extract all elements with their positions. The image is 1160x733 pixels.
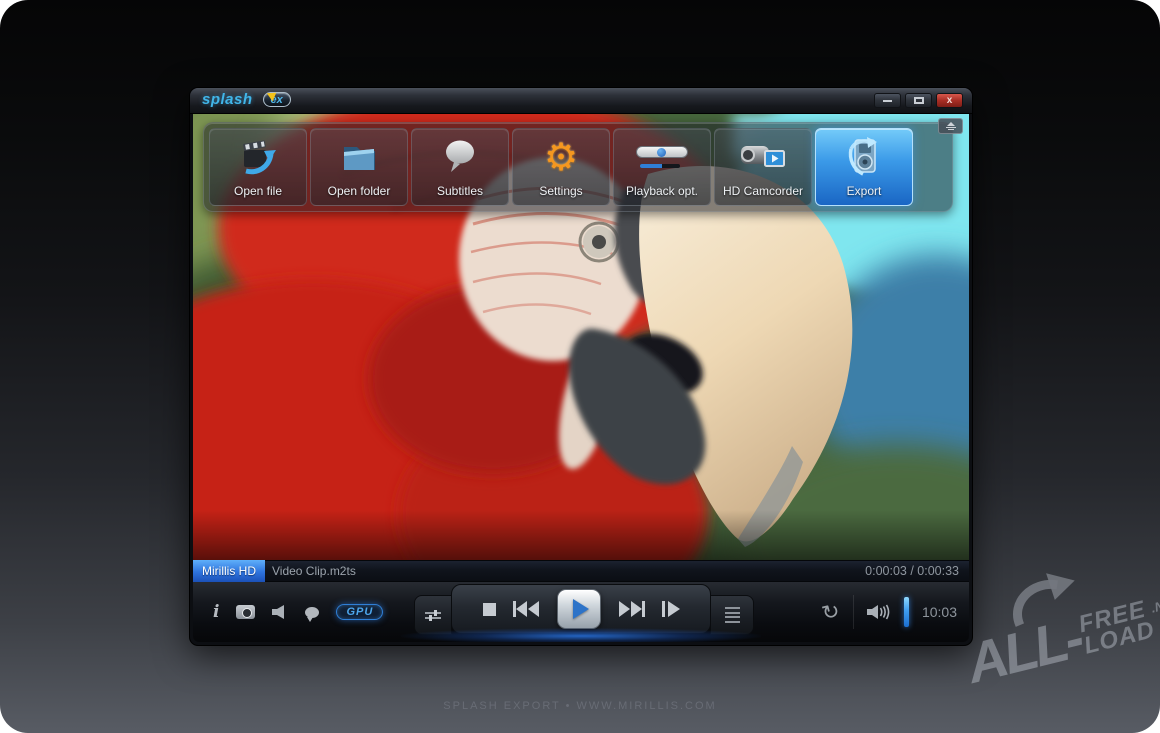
watermark-text-free: FREE <box>1077 598 1152 637</box>
main-toolbar: Open file Open folder <box>203 122 953 212</box>
repeat-refresh-button[interactable]: ↻ <box>820 598 843 626</box>
watermark-arrow-icon <box>1003 563 1093 633</box>
media-info-button[interactable]: i <box>213 602 219 622</box>
footer-caption: SPLASH EXPORT • WWW.MIRILLIS.COM <box>0 700 1160 712</box>
minimize-button[interactable] <box>874 93 901 108</box>
gear-icon: ⚙ <box>513 129 609 184</box>
equalizer-sliders-icon <box>425 612 441 619</box>
watermark-text-all: ALL- <box>962 614 1086 689</box>
media-player-export-icon <box>816 129 912 184</box>
file-name: Video Clip.m2ts <box>272 564 356 578</box>
toolbar-button-label: Open folder <box>328 184 391 198</box>
clock-display: 10:03 <box>922 604 957 620</box>
minimize-icon <box>883 100 892 102</box>
maximize-button[interactable] <box>905 93 932 108</box>
subtitle-bubble-button[interactable] <box>305 607 319 618</box>
toolbar-button-label: Subtitles <box>437 184 483 198</box>
toolbar-button-label: HD Camcorder <box>723 184 803 198</box>
open-folder-button[interactable]: Open folder <box>310 128 408 206</box>
speech-bubble-icon <box>412 129 508 184</box>
toolbar-collapse-button[interactable] <box>938 118 963 134</box>
time-position: 0:00:03 / 0:00:33 <box>865 564 969 578</box>
settings-button[interactable]: ⚙ Settings <box>512 128 610 206</box>
watermark-text-load: LOAD <box>1082 619 1157 658</box>
close-button[interactable]: x <box>936 93 963 108</box>
page-background: splash ex x <box>0 0 1160 733</box>
snapshot-camera-button[interactable] <box>236 605 255 619</box>
open-file-button[interactable]: Open file <box>209 128 307 206</box>
next-button[interactable] <box>618 601 645 617</box>
playback-options-button[interactable]: Playback opt. <box>613 128 711 206</box>
volume-level-bar[interactable] <box>904 597 909 627</box>
play-button[interactable] <box>557 589 601 629</box>
export-button[interactable]: Export <box>815 128 913 206</box>
slider-icon <box>614 129 710 184</box>
control-bar: i GPU <box>193 582 969 642</box>
logo-brand-text: splash <box>202 91 253 108</box>
toolbar-button-label: Playback opt. <box>626 184 698 198</box>
divider <box>853 595 854 629</box>
stop-button[interactable] <box>483 603 496 616</box>
toolbar-button-label: Settings <box>539 184 582 198</box>
step-forward-button[interactable] <box>662 601 680 617</box>
left-icon-group: i GPU <box>213 582 383 642</box>
volume-speaker-icon[interactable] <box>867 603 891 621</box>
clapperboard-arrow-icon <box>210 129 306 184</box>
previous-button[interactable] <box>513 601 540 617</box>
playlist-icon <box>725 607 740 623</box>
play-icon <box>573 599 589 619</box>
app-logo: splash ex <box>202 91 291 108</box>
source-badge: Mirillis HD <box>193 560 265 582</box>
audio-speaker-button[interactable] <box>272 605 288 619</box>
video-area[interactable]: Open file Open folder <box>193 114 969 560</box>
transport-cluster <box>451 584 711 634</box>
folder-icon <box>311 129 407 184</box>
window-controls: x <box>874 93 963 108</box>
equalizer-tab-button[interactable] <box>414 595 452 635</box>
title-bar[interactable]: splash ex x <box>190 88 972 114</box>
subtitles-button[interactable]: Subtitles <box>411 128 509 206</box>
toolbar-button-label: Export <box>847 184 882 198</box>
playlist-tab-button[interactable] <box>710 595 754 635</box>
status-bar: Mirillis HD Video Clip.m2ts 0:00:03 / 0:… <box>193 560 969 582</box>
maximize-icon <box>914 97 924 104</box>
right-icon-group: ↻ 10:03 <box>822 582 957 642</box>
hd-camcorder-button[interactable]: HD Camcorder <box>714 128 812 206</box>
gpu-acceleration-badge[interactable]: GPU <box>336 604 383 620</box>
collapse-icon <box>947 122 955 126</box>
toolbar-button-label: Open file <box>234 184 282 198</box>
watermark-text-net: .NET <box>1149 594 1160 616</box>
camcorder-icon <box>715 129 811 184</box>
player-window: splash ex x <box>190 88 972 645</box>
